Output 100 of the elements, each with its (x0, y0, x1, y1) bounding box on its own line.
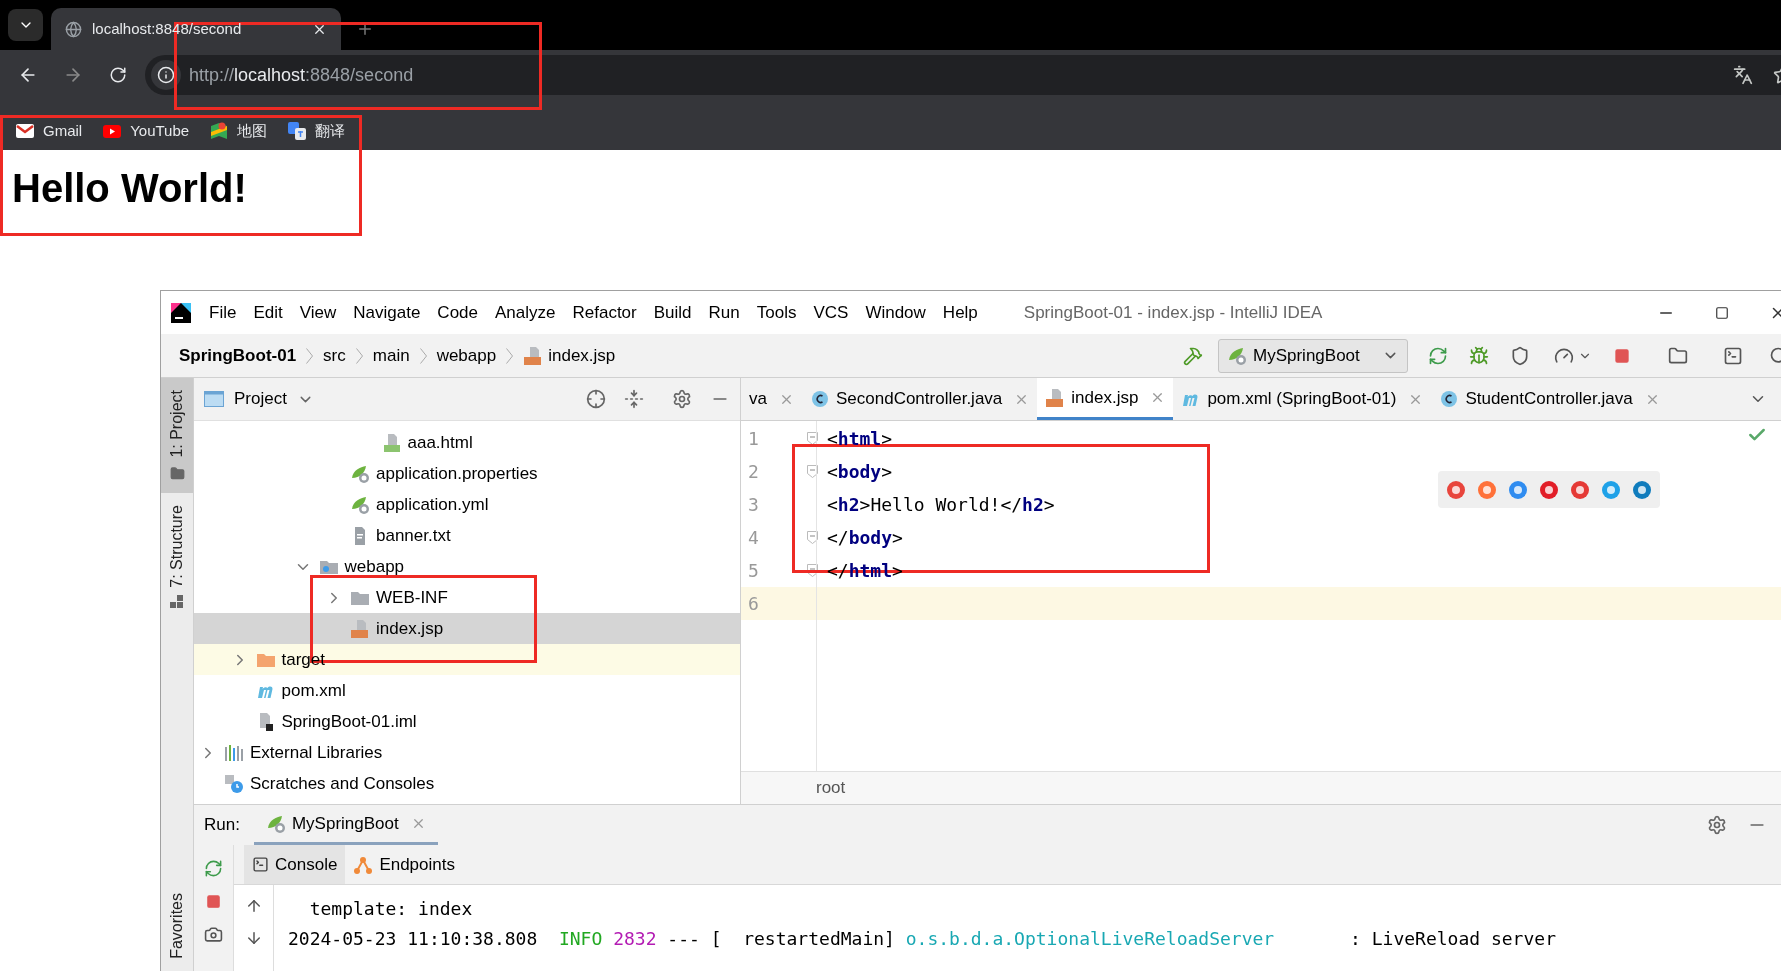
bookmark[interactable]: 地图 (206, 121, 272, 141)
tree-item[interactable]: webapp (194, 551, 740, 582)
settings-icon[interactable] (1707, 815, 1727, 835)
menu-item[interactable]: Build (653, 299, 692, 326)
tree-item[interactable]: WEB-INF (194, 582, 740, 613)
browser-icon[interactable] (1539, 479, 1559, 500)
browser-icon[interactable] (1508, 479, 1528, 500)
site-info-icon[interactable] (157, 66, 175, 84)
breadcrumb[interactable]: webapp (436, 342, 497, 369)
rerun-icon[interactable] (1428, 345, 1448, 366)
translate-icon[interactable] (1733, 65, 1753, 85)
editor-tab[interactable]: index.jsp (1037, 378, 1174, 420)
tree-item[interactable]: External Libraries (194, 737, 740, 768)
menu-item[interactable]: Help (942, 299, 978, 326)
reload-icon[interactable] (109, 66, 127, 84)
tree-item[interactable]: pom.xml (194, 675, 740, 706)
tree-item[interactable]: application.yml (194, 489, 740, 520)
tree-item[interactable]: SpringBoot-01.iml (194, 706, 740, 737)
breadcrumb[interactable]: src (323, 342, 346, 369)
editor-tab[interactable]: va (741, 378, 802, 420)
tool-window-tab[interactable]: 1: Project (161, 378, 193, 493)
menu-item[interactable]: View (299, 299, 337, 326)
breadcrumb[interactable]: main (372, 342, 410, 369)
collapse-all-icon[interactable] (624, 389, 644, 409)
folder-icon[interactable] (1668, 345, 1688, 366)
menu-item[interactable]: Edit (253, 299, 283, 326)
editor-tab[interactable]: pom.xml (SpringBoot-01) (1173, 378, 1432, 420)
menu-item[interactable]: Run (708, 299, 740, 326)
translate-icon (288, 122, 307, 140)
address-bar[interactable]: http://localhost:8848/second (145, 55, 1781, 95)
code-text: <html> (827, 427, 893, 451)
browser-icon[interactable] (1632, 479, 1652, 500)
editor-tab[interactable]: StudentController.java (1431, 378, 1668, 420)
panel-title-dropdown[interactable]: Project (234, 386, 314, 412)
camera-icon[interactable] (204, 925, 223, 944)
browser-icon[interactable] (1570, 479, 1590, 500)
fold-marker-icon[interactable] (806, 465, 818, 478)
menu-item[interactable]: Refactor (572, 299, 637, 326)
code-text: <body> (827, 460, 893, 484)
file-icon (523, 345, 544, 366)
maximize-icon[interactable] (1715, 305, 1729, 320)
console-line: 2024-05-23 11:10:38.808 INFO 2832 --- [ restartedMain] o.s.b.d.a.OptionalLiveReloadServer : LiveReload server (288, 926, 1557, 951)
run-subtab[interactable]: Endpoints (345, 845, 463, 884)
breadcrumb[interactable]: SpringBoot-01 (179, 342, 297, 369)
run-config-dropdown[interactable]: MySpringBoot (1218, 338, 1408, 373)
tree-item-label: target (281, 648, 325, 671)
nodes-icon (353, 855, 374, 874)
menu-item[interactable]: Tools (756, 299, 797, 326)
line-number: 5 (747, 559, 760, 583)
tool-window-tab[interactable]: 7: Structure (161, 492, 193, 622)
bookmark[interactable]: YouTube (99, 121, 194, 141)
url-text: http://localhost:8848/second (189, 63, 414, 87)
tree-item[interactable]: aaa.html (194, 427, 740, 458)
hammer-icon[interactable] (1183, 345, 1203, 366)
rerun-icon[interactable] (204, 859, 223, 878)
locate-icon[interactable] (586, 389, 606, 409)
panel-label: Run: (204, 814, 240, 837)
stop-icon[interactable] (206, 894, 221, 909)
editor-breadcrumb[interactable]: root (816, 775, 846, 801)
tree-item[interactable]: Scratches and Consoles (194, 768, 740, 799)
bug-icon[interactable] (1469, 345, 1489, 366)
tool-window-tab[interactable]: Favorites (161, 881, 193, 971)
file-icon (350, 618, 370, 639)
tree-item[interactable]: target (194, 644, 740, 675)
editor-tab[interactable]: SecondController.java (801, 378, 1038, 420)
settings-icon[interactable] (672, 389, 692, 409)
menu-item[interactable]: File (209, 299, 237, 326)
menu-item[interactable]: Analyze (495, 299, 556, 326)
tree-item-label: application.yml (376, 493, 489, 516)
fold-marker-icon[interactable] (806, 432, 818, 445)
tree-item-label: application.properties (376, 462, 538, 485)
stop-icon[interactable] (1614, 347, 1630, 364)
tab-list-button[interactable] (8, 9, 43, 41)
leaf-icon (1227, 345, 1247, 366)
tree-item[interactable]: banner.txt (194, 520, 740, 551)
browser-icon[interactable] (1446, 479, 1466, 500)
tree-item[interactable]: index.jsp (194, 613, 740, 644)
tree-item-label: webapp (344, 555, 405, 578)
menu-item[interactable]: Navigate (353, 299, 421, 326)
menu-item[interactable]: Window (865, 299, 926, 326)
file-icon (1439, 389, 1460, 409)
tab-label: pom.xml (SpringBoot-01) (1207, 388, 1397, 411)
fold-marker-icon[interactable] (806, 531, 818, 544)
separator-icon (306, 347, 314, 364)
menu-item[interactable]: VCS (813, 299, 849, 326)
shield-icon[interactable] (1510, 345, 1530, 366)
tree-item-label: Scratches and Consoles (250, 772, 435, 795)
browser-icon[interactable] (1601, 479, 1621, 500)
line-number: 2 (747, 460, 760, 484)
tree-item-label: index.jsp (376, 617, 444, 640)
file-icon (381, 432, 402, 453)
window-icon (204, 391, 224, 407)
terminal-icon[interactable] (1723, 345, 1743, 366)
bookmark[interactable]: 翻译 (284, 121, 350, 141)
bookmark[interactable]: Gmail (12, 121, 87, 141)
browser-icon[interactable] (1477, 479, 1497, 500)
run-subtab[interactable]: Console (244, 845, 346, 884)
breadcrumb[interactable]: index.jsp (523, 342, 616, 369)
tree-item[interactable]: application.properties (194, 458, 740, 489)
menu-item[interactable]: Code (437, 299, 478, 326)
